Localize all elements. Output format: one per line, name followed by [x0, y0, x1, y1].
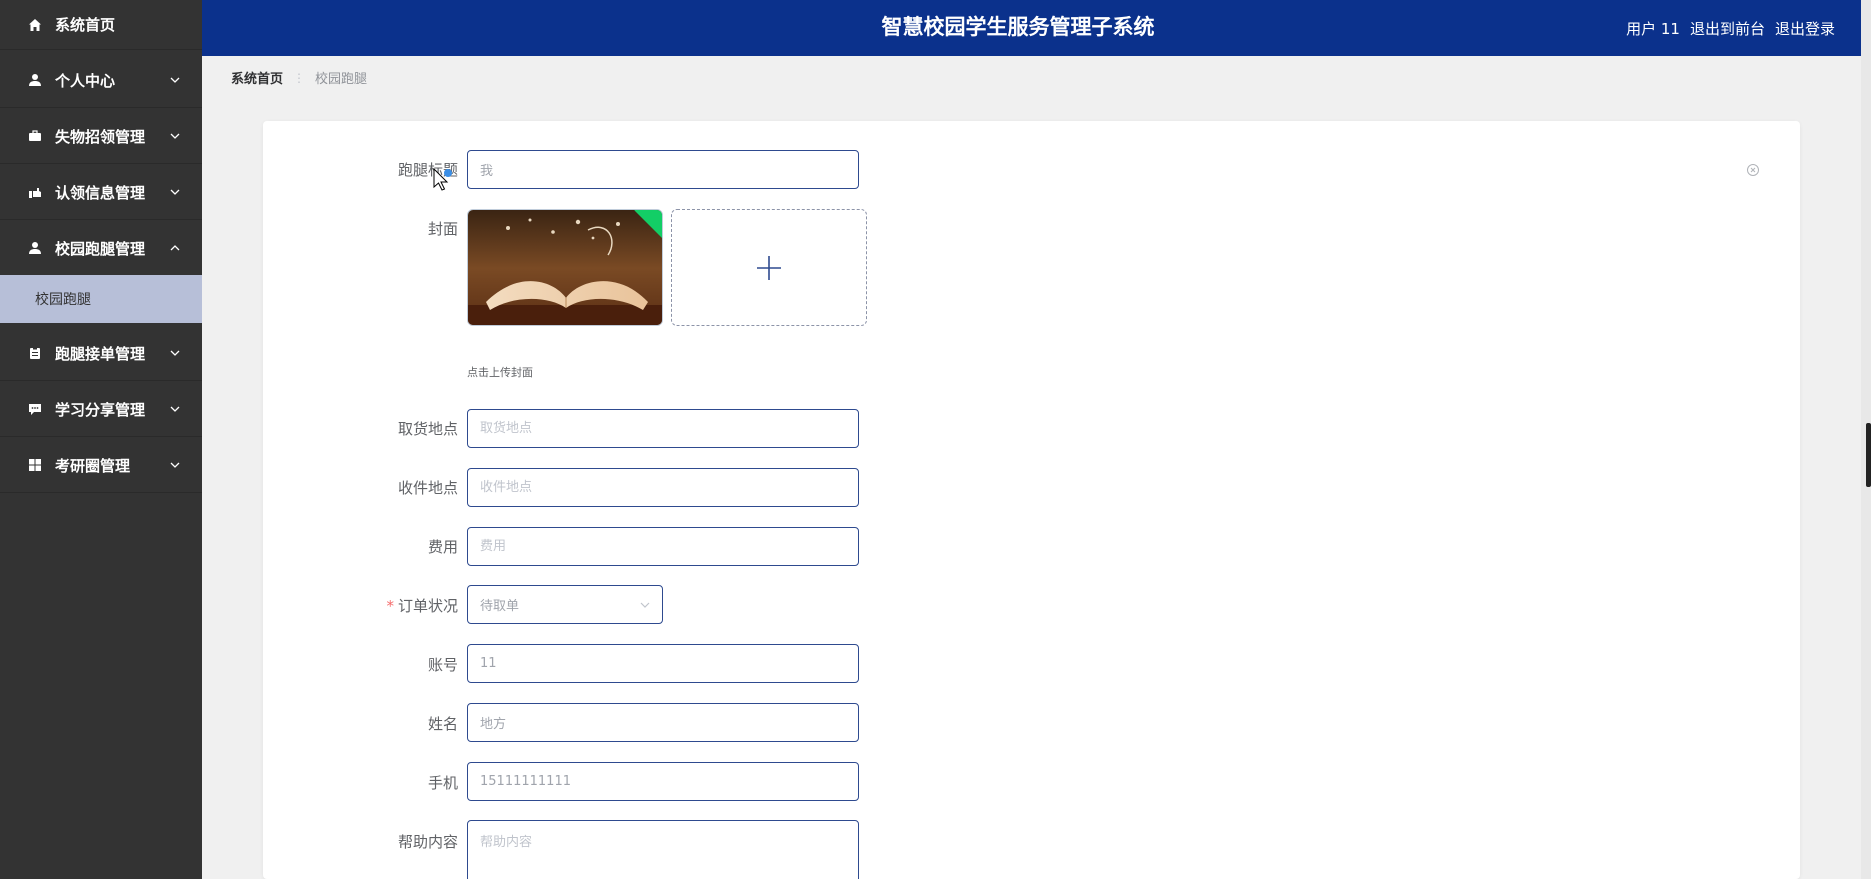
sidebar-item-label: 认领信息管理	[55, 183, 146, 202]
help-content-textarea[interactable]	[467, 820, 859, 879]
breadcrumb: 系统首页 ⋮ 校园跑腿	[231, 68, 368, 88]
cover-image[interactable]	[467, 209, 663, 326]
sidebar-item-study-share[interactable]: 学习分享管理	[0, 382, 202, 437]
pickup-location-input[interactable]	[467, 409, 859, 448]
sidebar-item-grad-circle[interactable]: 考研圈管理	[0, 438, 202, 493]
order-status-select[interactable]: 待取单	[467, 585, 663, 624]
clipboard-icon	[27, 345, 43, 361]
sidebar-item-lost-found[interactable]: 失物招领管理	[0, 109, 202, 164]
fee-input[interactable]	[467, 527, 859, 566]
title-input[interactable]	[467, 150, 859, 189]
chevron-down-icon	[170, 348, 180, 358]
hand-icon	[27, 184, 43, 200]
sidebar-subitem-campus-errand[interactable]: 校园跑腿	[0, 275, 202, 323]
name-label: 姓名	[427, 715, 458, 733]
grid-icon	[27, 457, 43, 473]
user-icon	[27, 240, 43, 256]
sidebar-item-label: 学习分享管理	[55, 400, 146, 419]
sidebar-subitem-label: 校园跑腿	[35, 292, 91, 308]
chevron-down-icon	[640, 602, 650, 608]
receive-label: 收件地点	[397, 479, 458, 497]
exit-to-front-link[interactable]: 退出到前台	[1690, 18, 1765, 39]
phone-input[interactable]	[467, 762, 859, 801]
logout-link[interactable]: 退出登录	[1775, 18, 1835, 39]
name-input[interactable]	[467, 703, 859, 742]
sidebar-item-label: 失物招领管理	[55, 127, 146, 146]
user-icon	[27, 72, 43, 88]
upload-cover-tip: 点击上传封面	[467, 366, 533, 379]
sidebar-item-claim-info[interactable]: 认领信息管理	[0, 165, 202, 220]
plus-icon	[757, 255, 781, 280]
sidebar-item-errand-orders[interactable]: 跑腿接单管理	[0, 326, 202, 381]
sidebar-item-label: 跑腿接单管理	[55, 344, 146, 363]
chevron-down-icon	[170, 460, 180, 470]
top-header: 智慧校园学生服务管理子系统 用户 11 退出到前台 退出登录	[202, 0, 1861, 56]
phone-label: 手机	[427, 774, 458, 792]
upload-cover-button[interactable]	[671, 209, 867, 326]
sidebar-item-label: 个人中心	[55, 71, 116, 90]
book-image	[468, 210, 662, 325]
briefcase-icon	[27, 128, 43, 144]
chevron-down-icon	[170, 75, 180, 85]
cover-label: 封面	[427, 220, 458, 238]
sidebar-item-personal-center[interactable]: 个人中心	[0, 53, 202, 108]
chevron-down-icon	[170, 187, 180, 197]
sidebar-item-label: 系统首页	[55, 16, 116, 34]
scrollbar-thumb[interactable]	[1866, 423, 1871, 487]
breadcrumb-current: 校园跑腿	[315, 72, 368, 87]
title-label: 跑腿标题	[397, 161, 458, 179]
fee-label: 费用	[427, 538, 458, 556]
chevron-down-icon	[170, 404, 180, 414]
chevron-up-icon	[170, 243, 180, 253]
close-circle-icon[interactable]	[1746, 162, 1760, 176]
account-input[interactable]	[467, 644, 859, 683]
sidebar-item-campus-errand[interactable]: 校园跑腿管理	[0, 221, 202, 276]
current-user-label: 用户 11	[1626, 19, 1680, 38]
required-mark: *	[386, 597, 394, 615]
sidebar-item-label: 考研圈管理	[55, 456, 131, 475]
chat-icon	[27, 401, 43, 417]
pickup-label: 取货地点	[397, 420, 458, 438]
chevron-down-icon	[170, 131, 180, 141]
breadcrumb-home[interactable]: 系统首页	[231, 68, 283, 87]
sidebar-item-label: 校园跑腿管理	[55, 239, 146, 258]
sidebar: 系统首页 个人中心 失物招领管理 认领信息管理 校园跑腿管理 校园跑腿 跑腿接单…	[0, 0, 202, 879]
order-status-value: 待取单	[480, 599, 520, 614]
breadcrumb-separator: ⋮	[293, 70, 306, 85]
sidebar-item-home[interactable]: 系统首页	[0, 0, 202, 50]
receive-location-input[interactable]	[467, 468, 859, 507]
home-icon	[27, 17, 43, 33]
status-label-text: 订单状况	[397, 597, 458, 615]
account-label: 账号	[427, 656, 458, 674]
status-label: * 订单状况	[278, 595, 458, 616]
header-user-actions: 用户 11 退出到前台 退出登录	[1626, 0, 1835, 56]
system-title: 智慧校园学生服务管理子系统	[881, 15, 1155, 39]
help-content-label: 帮助内容	[397, 833, 458, 851]
